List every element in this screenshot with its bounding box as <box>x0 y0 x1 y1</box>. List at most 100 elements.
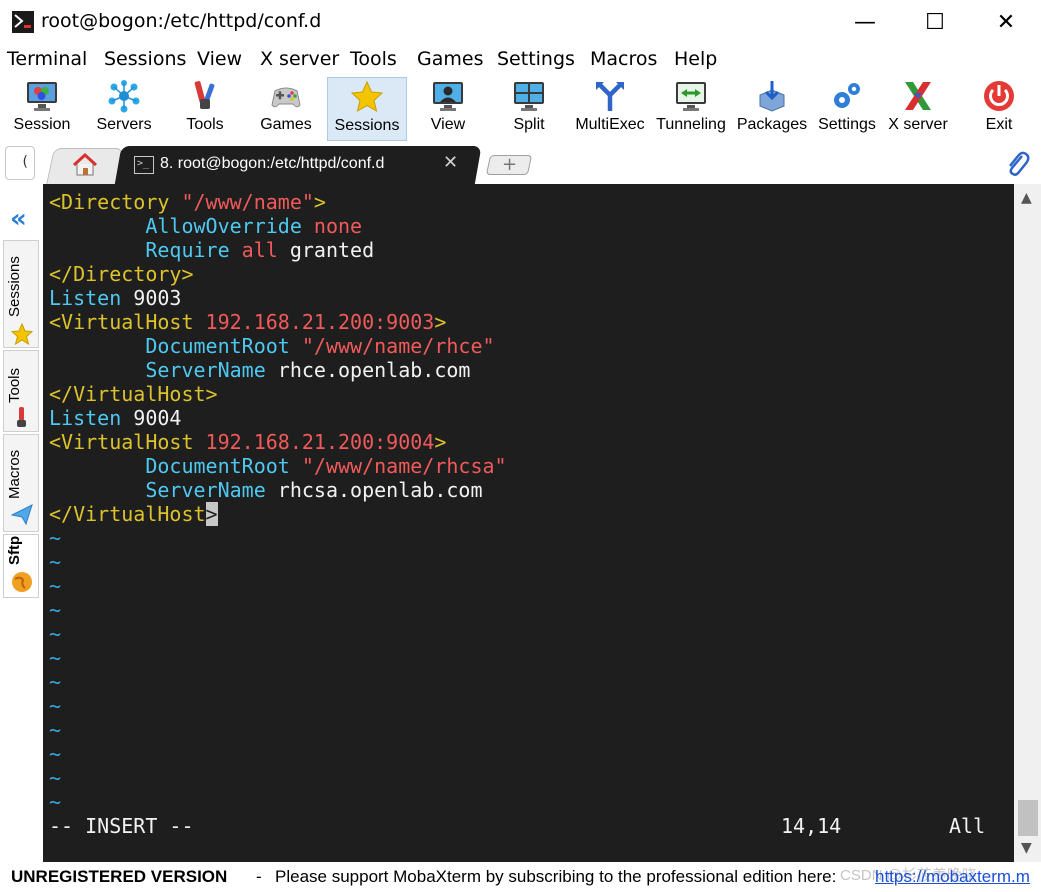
terminal-screen[interactable]: <Directory "/www/name"> AllowOverride no… <box>43 184 1014 862</box>
menu-macros[interactable]: Macros <box>590 48 657 70</box>
terminal-text-segment: ~ <box>49 646 62 670</box>
macros-plane-icon <box>11 504 33 525</box>
multiexec-label: MultiExec <box>575 116 645 133</box>
side-tab-sftp-label: Sftp <box>6 535 23 565</box>
menu-tools[interactable]: Tools <box>350 48 397 70</box>
exit-button[interactable]: Exit <box>959 77 1039 141</box>
servers-button[interactable]: Servers <box>84 77 164 141</box>
terminal-tab-close-icon[interactable]: ✕ <box>443 152 458 173</box>
session-button[interactable]: Session <box>2 77 82 141</box>
exit-label: Exit <box>985 116 1013 133</box>
toolbar: Session Servers Tools Games Sessions Vie… <box>0 75 1041 143</box>
side-panel: « Sessions Tools Macros Sftp <box>0 184 43 862</box>
mobaxterm-app-icon <box>12 11 34 33</box>
terminal-line: ServerName rhcsa.openlab.com <box>49 478 482 502</box>
side-tab-macros[interactable]: Macros <box>3 434 39 532</box>
terminal-text-segment: ~ <box>49 742 62 766</box>
menu-x-server[interactable]: X server <box>260 48 339 70</box>
terminal-text-segment: "/www/name/rhce" <box>301 334 495 358</box>
gamepad-icon <box>271 87 301 108</box>
terminal-text-segment: none <box>313 214 363 238</box>
scroll-down-icon[interactable]: ▼ <box>1021 840 1032 856</box>
x-server-button[interactable]: X server <box>878 77 958 141</box>
tunneling-button[interactable]: Tunneling <box>651 77 731 141</box>
paperclip-icon[interactable] <box>1004 150 1030 178</box>
servers-network-icon <box>108 80 140 113</box>
session-label: Session <box>13 116 71 133</box>
terminal-tab-icon: >_ <box>134 156 154 174</box>
terminal-line: ServerName rhce.openlab.com <box>49 358 470 382</box>
subscribe-link[interactable]: https://mobaxterm.m <box>875 867 1030 887</box>
terminal-text-segment: <Directory <box>49 190 182 214</box>
side-tab-sftp[interactable]: Sftp <box>3 534 39 598</box>
terminal-text-segment: granted <box>277 238 375 262</box>
star-icon <box>350 80 384 113</box>
side-tab-tools[interactable]: Tools <box>3 350 39 432</box>
terminal-line: ~ <box>49 550 61 574</box>
terminal-text-segment: <VirtualHost <box>49 430 206 454</box>
plus-icon[interactable]: + <box>502 154 517 175</box>
tunneling-icon <box>676 82 706 111</box>
terminal-text-segment: all <box>241 238 278 262</box>
sftp-globe-icon <box>12 572 32 592</box>
terminal-line: </Directory> <box>49 262 194 286</box>
menu-terminal[interactable]: Terminal <box>7 48 87 70</box>
tunneling-label: Tunneling <box>656 116 726 133</box>
terminal-text-segment: ~ <box>49 718 62 742</box>
maximize-button[interactable]: ☐ <box>900 0 970 44</box>
terminal-tab-label[interactable]: 8. root@bogon:/etc/httpd/conf.d <box>160 155 384 173</box>
side-tab-tools-label: Tools <box>6 367 23 403</box>
window-title: root@bogon:/etc/httpd/conf.d <box>41 10 322 32</box>
terminal-line: <VirtualHost 192.168.21.200:9003> <box>49 310 446 334</box>
menu-sessions[interactable]: Sessions <box>104 48 186 70</box>
terminal-text-segment: "/www/name/rhcsa" <box>301 454 507 478</box>
side-tab-sessions[interactable]: Sessions <box>3 240 39 348</box>
split-button[interactable]: Split <box>489 77 569 141</box>
collapse-sidebar-icon[interactable]: « <box>10 204 27 234</box>
scroll-thumb[interactable] <box>1018 800 1038 836</box>
packages-button[interactable]: Packages <box>732 77 812 141</box>
terminal-text-segment: > <box>434 310 447 334</box>
terminal-line: DocumentRoot "/www/name/rhce" <box>49 334 495 358</box>
terminal-text-segment: 192.168.21.200:9003 <box>205 310 435 334</box>
terminal-text-segment: ~ <box>49 574 62 598</box>
terminal-line: ~ <box>49 694 61 718</box>
minimize-button[interactable]: — <box>830 0 900 44</box>
quick-connect-field[interactable]: ( <box>5 146 35 180</box>
sessions-star-icon <box>11 323 33 345</box>
games-button[interactable]: Games <box>246 77 326 141</box>
menu-view[interactable]: View <box>197 48 242 70</box>
terminal-text-segment: Listen <box>49 286 122 310</box>
terminal-text-segment: <VirtualHost <box>49 310 206 334</box>
terminal-line: ~ <box>49 670 61 694</box>
split-label: Split <box>513 116 545 133</box>
terminal-line: ~ <box>49 622 61 646</box>
scroll-up-icon[interactable]: ▲ <box>1021 190 1032 206</box>
multiexec-button[interactable]: MultiExec <box>570 77 650 141</box>
terminal-cursor: > <box>205 502 218 526</box>
view-button[interactable]: View <box>408 77 488 141</box>
terminal-text-segment: ~ <box>49 622 62 646</box>
tools-button[interactable]: Tools <box>165 77 245 141</box>
terminal-text-segment: </VirtualHost> <box>49 382 218 406</box>
packages-icon <box>759 81 785 112</box>
menu-games[interactable]: Games <box>417 48 483 70</box>
terminal-text-segment: </Directory> <box>49 262 194 286</box>
terminal-text-segment: ~ <box>49 526 62 550</box>
terminal-text-segment: > <box>434 430 447 454</box>
settings-button[interactable]: Settings <box>812 77 882 141</box>
support-message: Please support MobaXterm by subscribing … <box>275 867 837 886</box>
terminal-line: ~ <box>49 790 61 814</box>
terminal-scrollbar[interactable]: ▲ ▼ <box>1014 184 1041 862</box>
close-window-button[interactable]: ✕ <box>971 0 1041 44</box>
menu-help[interactable]: Help <box>674 48 717 70</box>
terminal-line: ~ <box>49 574 61 598</box>
side-tab-macros-label: Macros <box>6 449 23 499</box>
menu-settings[interactable]: Settings <box>497 48 575 70</box>
home-icon[interactable] <box>72 153 98 177</box>
sessions-button[interactable]: Sessions <box>327 77 407 141</box>
terminal-text-segment: Listen <box>49 406 122 430</box>
